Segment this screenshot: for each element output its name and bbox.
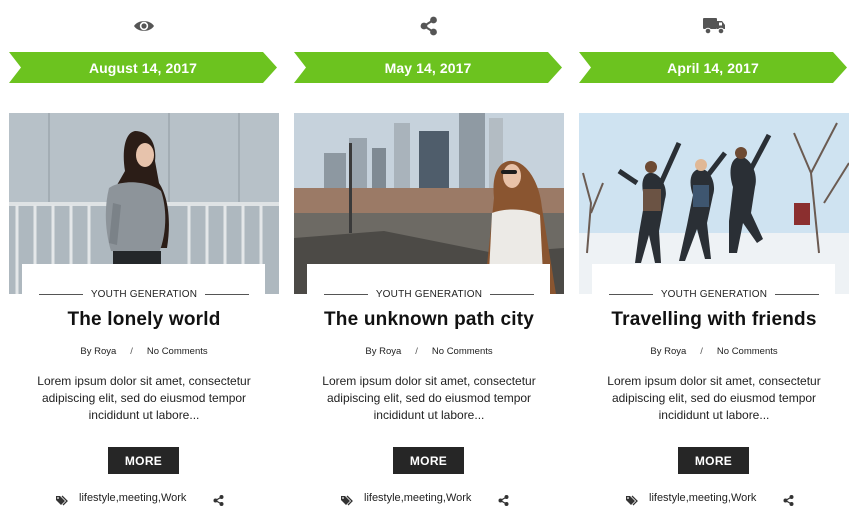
divider: [323, 293, 368, 295]
tag-link[interactable]: meeting: [404, 492, 443, 504]
tag-list: lifestyle,meeting,Work: [364, 492, 471, 504]
divider: [608, 293, 653, 295]
category-label[interactable]: YOUTH GENERATION: [9, 288, 279, 300]
author-link[interactable]: By Roya: [365, 346, 401, 357]
tag-icon: [341, 493, 354, 511]
more-button[interactable]: MORE: [678, 447, 749, 474]
category-text: YOUTH GENERATION: [375, 288, 483, 300]
blog-post-card: August 14, 2017 YOUTH GENERATION The lon…: [9, 0, 279, 529]
tag-link[interactable]: Work: [161, 492, 186, 504]
tag-link[interactable]: Work: [446, 492, 471, 504]
truck-icon: [579, 14, 849, 38]
category-text: YOUTH GENERATION: [660, 288, 768, 300]
share-icon[interactable]: [783, 493, 794, 511]
post-date: August 14, 2017: [88, 59, 198, 76]
post-excerpt: Lorem ipsum dolor sit amet, consectetur …: [607, 374, 821, 422]
tag-link[interactable]: lifestyle: [364, 492, 401, 504]
tag-icon: [56, 493, 69, 511]
post-date: April 14, 2017: [667, 59, 759, 76]
share-icon[interactable]: [498, 493, 509, 511]
date-ribbon: April 14, 2017: [579, 52, 847, 83]
meta-separator: /: [415, 346, 418, 357]
post-meta: By Roya / No Comments: [9, 346, 279, 357]
divider: [205, 293, 250, 295]
tag-link[interactable]: Work: [731, 492, 756, 504]
post-date: May 14, 2017: [384, 59, 472, 76]
category-label[interactable]: YOUTH GENERATION: [579, 288, 849, 300]
meta-separator: /: [700, 346, 703, 357]
post-title[interactable]: Travelling with friends: [579, 309, 849, 331]
divider: [775, 293, 820, 295]
blog-post-card: May 14, 2017 YOUTH GENERATION The unknow…: [294, 0, 564, 529]
post-footer: lifestyle,meeting,Work: [579, 491, 849, 507]
post-meta: By Roya / No Comments: [579, 346, 849, 357]
tag-link[interactable]: lifestyle: [79, 492, 116, 504]
date-ribbon: August 14, 2017: [9, 52, 277, 83]
comments-link[interactable]: No Comments: [147, 346, 208, 357]
tag-link[interactable]: meeting: [689, 492, 728, 504]
post-footer: lifestyle,meeting,Work: [9, 491, 279, 507]
post-excerpt: Lorem ipsum dolor sit amet, consectetur …: [37, 374, 251, 422]
post-excerpt: Lorem ipsum dolor sit amet, consectetur …: [322, 374, 536, 422]
post-meta: By Roya / No Comments: [294, 346, 564, 357]
tag-link[interactable]: meeting: [119, 492, 158, 504]
share-icon: [294, 14, 564, 38]
share-icon[interactable]: [213, 493, 224, 511]
tag-list: lifestyle,meeting,Work: [649, 492, 756, 504]
tag-icon: [626, 493, 639, 511]
comments-link[interactable]: No Comments: [432, 346, 493, 357]
more-button[interactable]: MORE: [108, 447, 179, 474]
post-footer: lifestyle,meeting,Work: [294, 491, 564, 507]
comments-link[interactable]: No Comments: [717, 346, 778, 357]
tag-list: lifestyle,meeting,Work: [79, 492, 186, 504]
blog-post-card: April 14, 2017 YOUTH GENERATION Travelli…: [579, 0, 849, 529]
post-title[interactable]: The lonely world: [9, 309, 279, 331]
post-title[interactable]: The unknown path city: [294, 309, 564, 331]
tag-link[interactable]: lifestyle: [649, 492, 686, 504]
divider: [38, 293, 83, 295]
more-button[interactable]: MORE: [393, 447, 464, 474]
category-text: YOUTH GENERATION: [90, 288, 198, 300]
meta-separator: /: [130, 346, 133, 357]
date-ribbon: May 14, 2017: [294, 52, 562, 83]
category-label[interactable]: YOUTH GENERATION: [294, 288, 564, 300]
divider: [490, 293, 535, 295]
eye-icon: [9, 14, 279, 38]
author-link[interactable]: By Roya: [650, 346, 686, 357]
author-link[interactable]: By Roya: [80, 346, 116, 357]
